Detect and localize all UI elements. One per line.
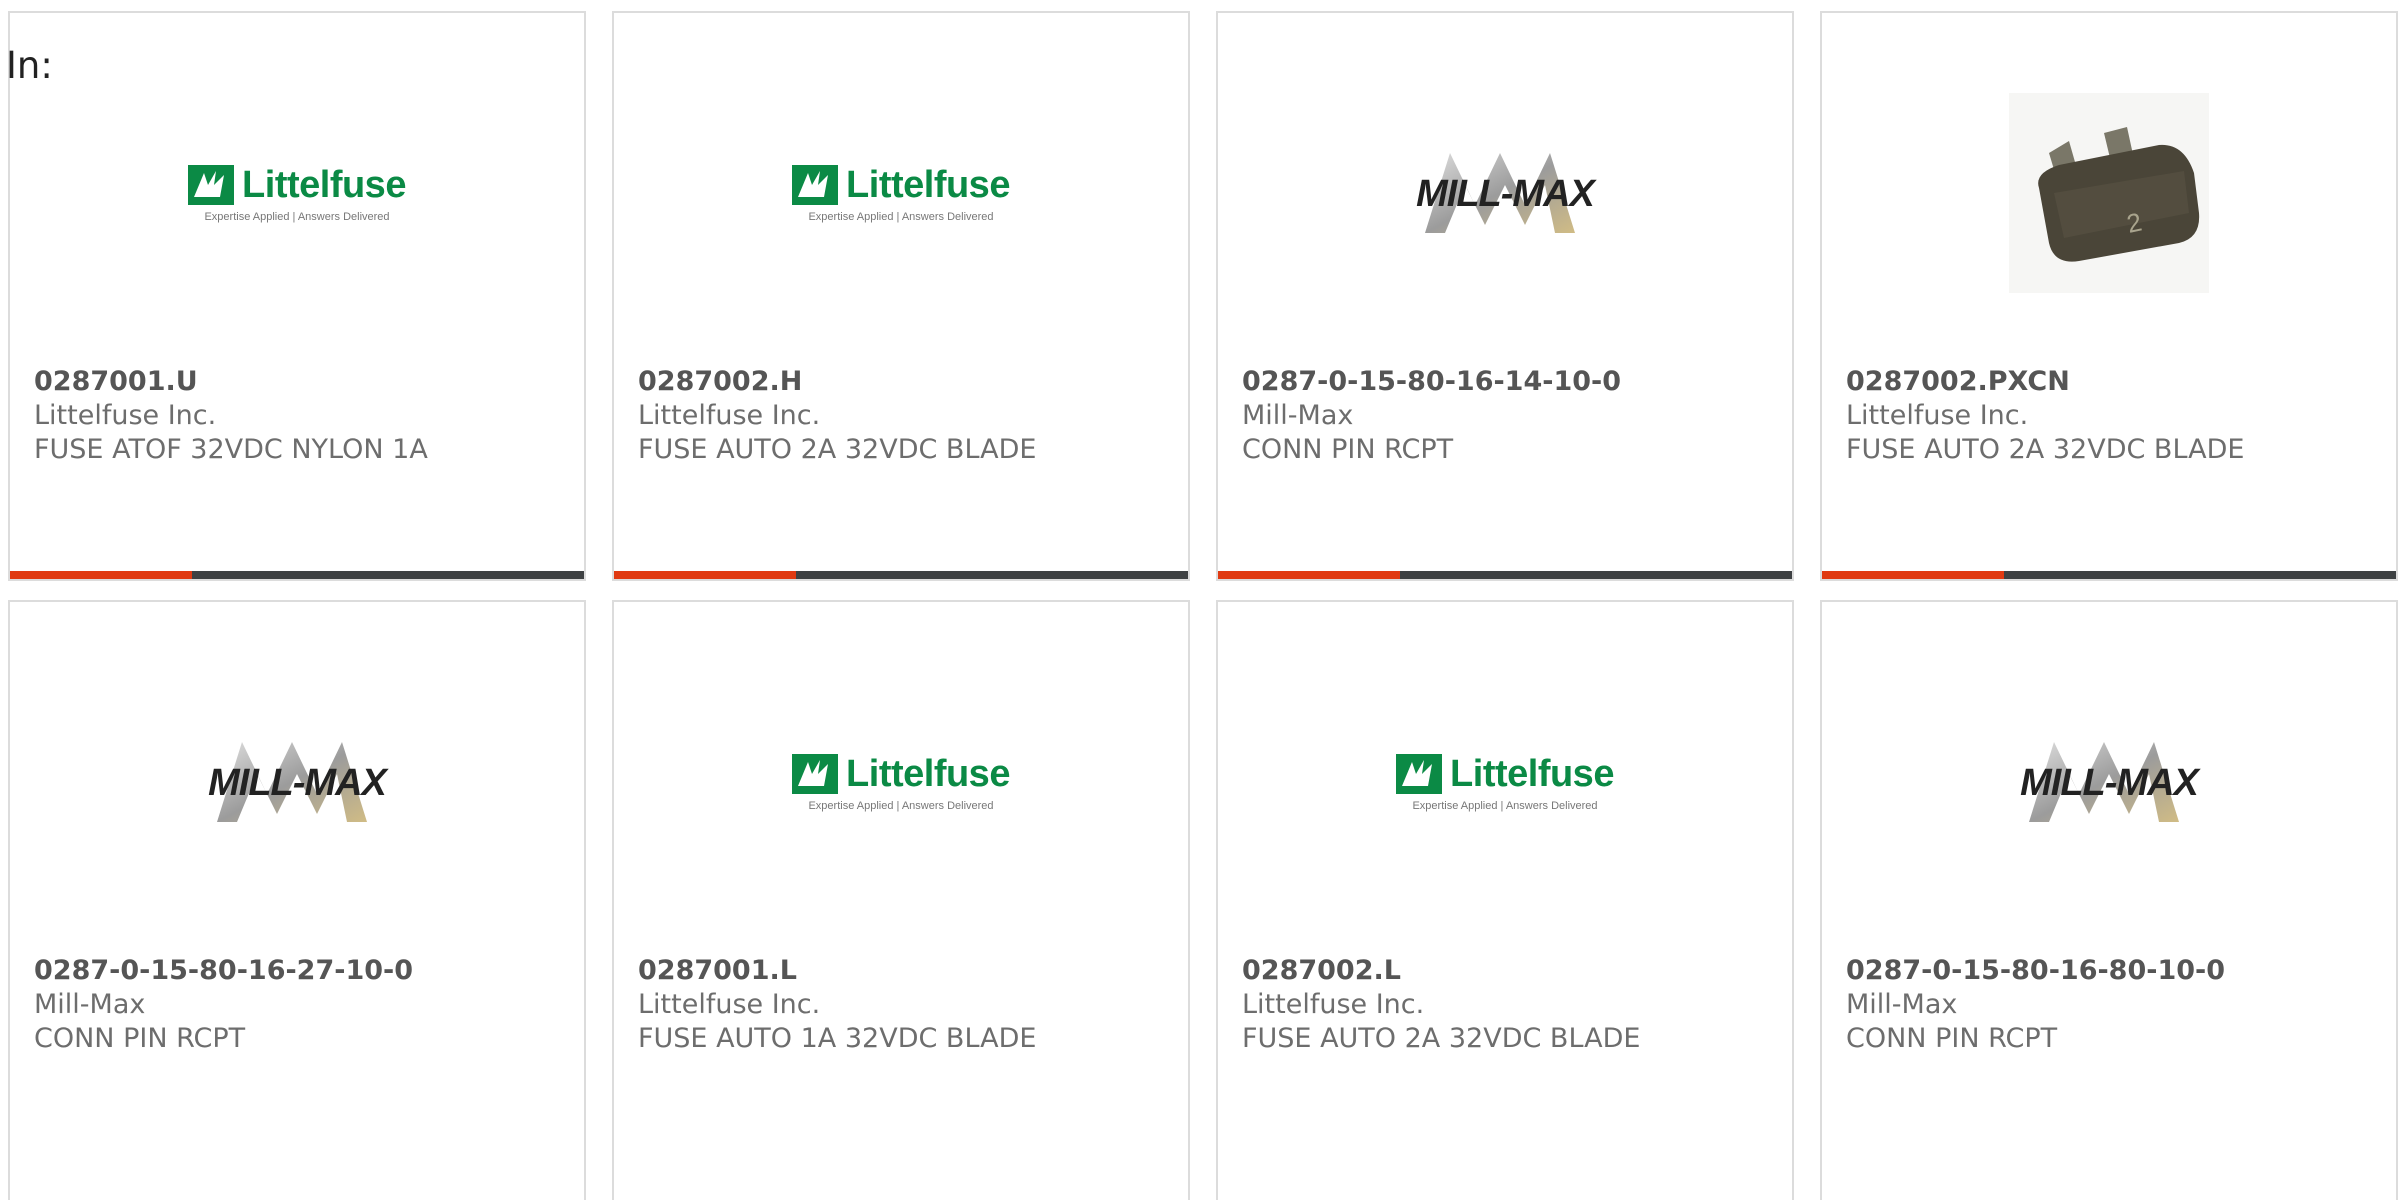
card-bar — [1822, 571, 2396, 579]
millmax-logo: MILL-MAX — [1218, 83, 1792, 303]
manufacturer: Littelfuse Inc. — [638, 989, 821, 1020]
product-card[interactable]: Littelfuse Expertise Applied | Answers D… — [8, 11, 586, 581]
description: FUSE AUTO 2A 32VDC BLADE — [1846, 434, 2245, 465]
littelfuse-logo: Littelfuse Expertise Applied | Answers D… — [614, 672, 1188, 892]
product-card[interactable]: 2 0287002.PXCN Littelfuse Inc. FUSE AUTO… — [1820, 11, 2398, 581]
product-card[interactable]: Littelfuse Expertise Applied | Answers D… — [612, 600, 1190, 1200]
littelfuse-logo: Littelfuse Expertise Applied | Answers D… — [1218, 672, 1792, 892]
card-bar — [614, 571, 1188, 579]
description: FUSE AUTO 2A 32VDC BLADE — [638, 434, 1037, 465]
part-number[interactable]: 0287-0-15-80-16-14-10-0 — [1242, 364, 1782, 399]
part-number[interactable]: 0287002.PXCN — [1846, 364, 2386, 399]
product-card[interactable]: Littelfuse Expertise Applied | Answers D… — [612, 11, 1190, 581]
manufacturer: Littelfuse Inc. — [1846, 400, 2029, 431]
product-card[interactable]: MILL-MAX 0287-0-15-80-16-80-10-0 Mill-Ma… — [1820, 600, 2398, 1200]
manufacturer: Littelfuse Inc. — [1242, 989, 1425, 1020]
part-number[interactable]: 0287001.L — [638, 953, 1178, 988]
manufacturer: Littelfuse Inc. — [638, 400, 821, 431]
part-number[interactable]: 0287-0-15-80-16-27-10-0 — [34, 953, 574, 988]
description: FUSE AUTO 2A 32VDC BLADE — [1242, 1023, 1641, 1054]
description: FUSE AUTO 1A 32VDC BLADE — [638, 1023, 1037, 1054]
part-number[interactable]: 0287-0-15-80-16-80-10-0 — [1846, 953, 2386, 988]
description: FUSE ATOF 32VDC NYLON 1A — [34, 434, 428, 465]
manufacturer: Mill-Max — [1846, 989, 1958, 1020]
manufacturer: Mill-Max — [1242, 400, 1354, 431]
part-number[interactable]: 0287001.U — [34, 364, 574, 399]
blade-fuse-photo: 2 — [1822, 83, 2396, 303]
card-bar — [1218, 571, 1792, 579]
product-card[interactable]: MILL-MAX 0287-0-15-80-16-14-10-0 Mill-Ma… — [1216, 11, 1794, 581]
manufacturer: Littelfuse Inc. — [34, 400, 217, 431]
description: CONN PIN RCPT — [34, 1023, 246, 1054]
part-number[interactable]: 0287002.L — [1242, 953, 1782, 988]
description: CONN PIN RCPT — [1846, 1023, 2058, 1054]
product-card[interactable]: Littelfuse Expertise Applied | Answers D… — [1216, 600, 1794, 1200]
in-label: In: — [6, 44, 53, 87]
millmax-logo: MILL-MAX — [1822, 672, 2396, 892]
product-card[interactable]: MILL-MAX 0287-0-15-80-16-27-10-0 Mill-Ma… — [8, 600, 586, 1200]
card-bar — [10, 571, 584, 579]
millmax-logo: MILL-MAX — [10, 672, 584, 892]
part-number[interactable]: 0287002.H — [638, 364, 1178, 399]
littelfuse-logo: Littelfuse Expertise Applied | Answers D… — [614, 83, 1188, 303]
littelfuse-logo: Littelfuse Expertise Applied | Answers D… — [10, 83, 584, 303]
manufacturer: Mill-Max — [34, 989, 146, 1020]
description: CONN PIN RCPT — [1242, 434, 1454, 465]
